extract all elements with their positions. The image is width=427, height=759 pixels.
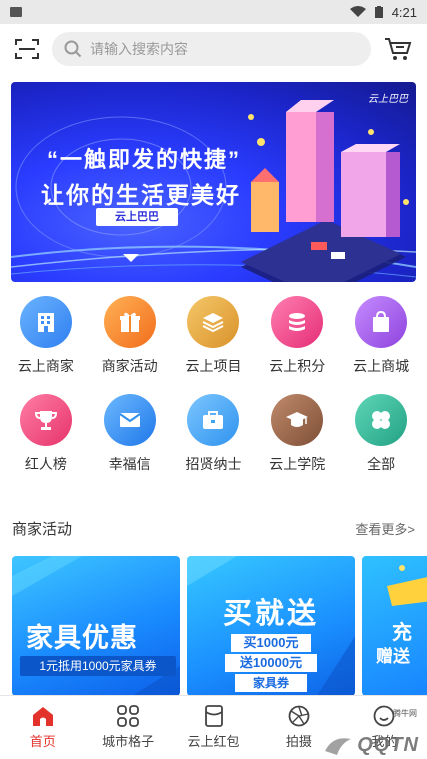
grid-label: 云上学院	[269, 456, 326, 472]
grid-label: 红人榜	[24, 456, 67, 472]
clover-icon	[355, 394, 408, 446]
grid-label: 商家活动	[101, 358, 158, 374]
grid-label: 云上商家	[17, 358, 74, 374]
grid-item-activities[interactable]: 商家活动	[90, 296, 170, 394]
shopping-bag-icon	[355, 296, 408, 348]
card-title: 家具优惠	[26, 623, 138, 653]
card-title: 充	[392, 622, 412, 644]
banner-tag: 云上巴巴	[96, 208, 178, 226]
red-packet-icon	[204, 705, 223, 727]
card-title: 买就送	[222, 598, 319, 630]
nav-label: 城市格子	[102, 734, 155, 749]
envelope-icon	[103, 394, 156, 446]
grid-label: 云上商城	[353, 358, 410, 374]
scan-button[interactable]	[12, 34, 42, 64]
watermark: QQTN	[323, 733, 419, 757]
grid-label: 幸福信	[108, 456, 151, 472]
banner-subheadline: 让你的生活更美好	[41, 182, 241, 208]
graduation-cap-icon	[271, 394, 324, 446]
search-icon	[64, 40, 82, 58]
activities-section-header: 商家活动 查看更多>	[12, 516, 415, 540]
activity-cards: 家具优惠 1元抵用1000元家具券 买就送 买1000元 送10000元 家具券…	[12, 556, 427, 696]
nav-label: 首页	[29, 734, 56, 749]
notification-icon	[10, 7, 22, 17]
card-line-2: 送10000元	[225, 654, 317, 672]
cart-button[interactable]	[381, 34, 415, 64]
home-icon	[32, 707, 53, 726]
grid-icon	[117, 705, 140, 727]
grid-item-projects[interactable]: 云上项目	[173, 296, 253, 394]
card-subtitle: 1元抵用1000元家具券	[20, 656, 176, 676]
grid-label: 云上积分	[269, 358, 326, 374]
camera-shutter-icon	[288, 705, 310, 727]
layers-icon	[187, 296, 240, 348]
grid-item-letter[interactable]: 幸福信	[90, 394, 170, 492]
grid-item-points[interactable]: 云上积分	[257, 296, 337, 394]
grid-label: 招贤纳士	[185, 456, 242, 472]
grid-item-recruit[interactable]: 招贤纳士	[173, 394, 253, 492]
search-header: 请输入搜索内容	[0, 24, 427, 74]
building-icon	[19, 296, 72, 348]
grid-item-ranking[interactable]: 红人榜	[6, 394, 86, 492]
nav-label: 云上红包	[187, 734, 240, 749]
activity-card-recharge[interactable]: 充 赠送	[362, 556, 427, 696]
grid-item-all[interactable]: 全部	[341, 394, 421, 492]
grid-row-2: 红人榜 幸福信 招贤纳士 云上学院 全部	[0, 394, 427, 492]
wifi-icon	[349, 6, 366, 17]
coins-icon	[271, 296, 324, 348]
nav-label: 拍摄	[285, 734, 312, 749]
battery-icon	[374, 6, 383, 18]
banner-headline: “一触即发的快捷”	[47, 147, 242, 172]
grid-item-mall[interactable]: 云上商城	[341, 296, 421, 394]
card-subtitle: 赠送	[376, 647, 410, 666]
nav-red-packet[interactable]: 云上红包	[171, 696, 256, 759]
status-time: 4:21	[391, 4, 417, 20]
status-right: 4:21	[349, 4, 417, 20]
feature-grid: 云上商家 商家活动 云上项目 云上积分 云上商城 红人榜 幸福信 招贤纳士 云上…	[0, 296, 427, 492]
watermark-small: 腾牛网	[393, 709, 417, 718]
scan-icon	[15, 39, 39, 59]
card-line-3: 家具券	[235, 674, 307, 692]
status-bar: 4:21	[0, 0, 427, 24]
search-bar[interactable]: 请输入搜索内容	[52, 32, 371, 66]
trophy-icon	[19, 394, 72, 446]
activity-card-furniture[interactable]: 家具优惠 1元抵用1000元家具券	[12, 556, 180, 696]
watermark-text: QQTN	[357, 733, 419, 756]
grid-item-academy[interactable]: 云上学院	[257, 394, 337, 492]
grid-label: 云上项目	[185, 358, 242, 374]
grid-row-1: 云上商家 商家活动 云上项目 云上积分 云上商城	[0, 296, 427, 394]
see-more-link[interactable]: 查看更多>	[355, 519, 415, 538]
watermark-logo-icon	[325, 738, 352, 755]
nav-city-grid[interactable]: 城市格子	[85, 696, 170, 759]
search-input[interactable]: 请输入搜索内容	[90, 39, 188, 59]
grid-label: 全部	[367, 456, 396, 472]
nav-home[interactable]: 首页	[0, 696, 85, 759]
briefcase-icon	[187, 394, 240, 446]
promo-banner[interactable]: 云上巴巴 “一触即发的快捷” 让你的生活更美好 云上巴巴	[11, 82, 416, 282]
activity-card-buy-get[interactable]: 买就送 买1000元 送10000元 家具券	[187, 556, 355, 696]
section-title: 商家活动	[12, 520, 73, 538]
cart-icon	[385, 38, 412, 60]
banner-logo: 云上巴巴	[368, 94, 408, 105]
gift-icon	[103, 296, 156, 348]
grid-item-merchants[interactable]: 云上商家	[6, 296, 86, 394]
card-line-1: 买1000元	[231, 634, 311, 652]
